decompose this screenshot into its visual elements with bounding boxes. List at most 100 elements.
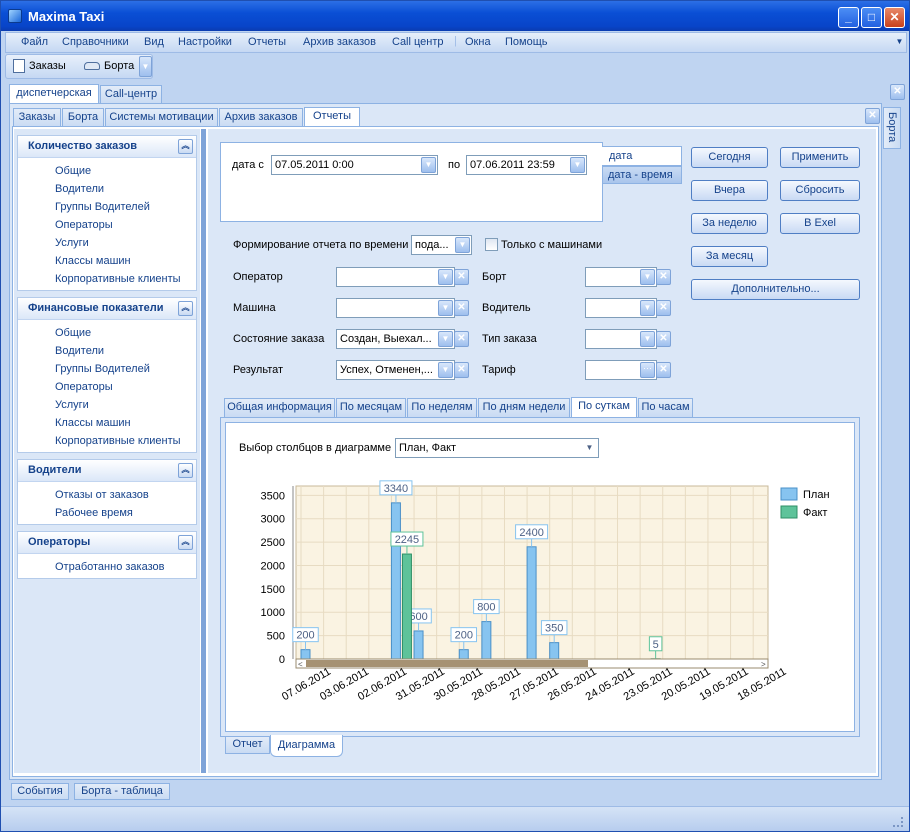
tab-by-days[interactable]: По суткам: [571, 397, 637, 417]
tab-orders[interactable]: Заказы: [13, 108, 61, 127]
collapse-icon[interactable]: ︽: [178, 463, 193, 478]
menu-call-center[interactable]: Call центр: [392, 36, 444, 48]
group-header-drivers[interactable]: Водители ︽: [18, 460, 196, 482]
link-driver-groups[interactable]: Группы Водителей: [55, 363, 150, 375]
tab-call-center[interactable]: Call-центр: [100, 85, 162, 104]
column-select[interactable]: План, Факт: [395, 438, 599, 458]
resize-grip-icon[interactable]: [893, 817, 903, 827]
close-subtab-icon[interactable]: ✕: [865, 108, 880, 124]
date-to-picker[interactable]: 07.06.2011 23:59: [466, 155, 587, 175]
chevron-down-icon[interactable]: ▼: [455, 237, 470, 253]
menu-view[interactable]: Вид: [144, 36, 164, 48]
today-button[interactable]: Сегодня: [691, 147, 768, 168]
boards-toolbar-button[interactable]: Борта: [104, 60, 134, 72]
tab-report-view[interactable]: Отчет: [225, 736, 270, 754]
tab-boards[interactable]: Борта: [62, 108, 104, 127]
chevron-down-icon[interactable]: ▼: [421, 157, 436, 173]
menu-settings[interactable]: Настройки: [178, 36, 232, 48]
link-corporate-clients[interactable]: Корпоративные клиенты: [55, 273, 181, 285]
chevron-down-icon[interactable]: ▼: [438, 362, 453, 378]
apply-button[interactable]: Применить: [780, 147, 860, 168]
link-general[interactable]: Общие: [55, 327, 91, 339]
link-driver-groups[interactable]: Группы Водителей: [55, 201, 150, 213]
only-cars-checkbox[interactable]: [485, 238, 498, 251]
clear-icon[interactable]: ✕: [656, 269, 671, 285]
link-corporate-clients[interactable]: Корпоративные клиенты: [55, 435, 181, 447]
more-button[interactable]: Дополнительно...: [691, 279, 860, 300]
tab-boards-table[interactable]: Борта - таблица: [74, 783, 170, 800]
toolbar-chevron-icon[interactable]: ▼: [139, 56, 152, 77]
excel-button[interactable]: В Exel: [780, 213, 860, 234]
group-header-financial[interactable]: Финансовые показатели ︽: [18, 298, 196, 320]
chevron-down-icon[interactable]: ▼: [640, 331, 655, 347]
close-button[interactable]: ✕: [884, 7, 905, 28]
chevron-down-icon[interactable]: ▼: [570, 157, 585, 173]
link-operators[interactable]: Операторы: [55, 381, 113, 393]
y-tick-label: 3500: [261, 490, 285, 502]
week-button[interactable]: За неделю: [691, 213, 768, 234]
mode-tab-datetime[interactable]: дата - время: [602, 166, 682, 184]
link-order-refusals[interactable]: Отказы от заказов: [55, 489, 149, 501]
link-car-classes[interactable]: Классы машин: [55, 255, 131, 267]
link-car-classes[interactable]: Классы машин: [55, 417, 131, 429]
data-label: 600: [409, 611, 427, 623]
menu-orders-archive[interactable]: Архив заказов: [303, 36, 376, 48]
collapse-icon[interactable]: ︽: [178, 535, 193, 550]
link-work-time[interactable]: Рабочее время: [55, 507, 133, 519]
clear-icon[interactable]: ✕: [454, 331, 469, 347]
collapse-icon[interactable]: ︽: [178, 139, 193, 154]
link-drivers[interactable]: Водители: [55, 183, 104, 195]
side-tab-boards[interactable]: Борта: [883, 107, 901, 149]
clear-icon[interactable]: ✕: [454, 269, 469, 285]
tab-by-weeks[interactable]: По неделям: [407, 398, 477, 417]
clear-icon[interactable]: ✕: [656, 331, 671, 347]
menu-reports[interactable]: Отчеты: [248, 36, 286, 48]
mode-tab-date[interactable]: дата: [602, 146, 682, 166]
link-operators[interactable]: Операторы: [55, 219, 113, 231]
link-drivers[interactable]: Водители: [55, 345, 104, 357]
orders-toolbar-button[interactable]: Заказы: [29, 60, 66, 72]
link-services[interactable]: Услуги: [55, 237, 89, 249]
month-button[interactable]: За месяц: [691, 246, 768, 267]
title-bar[interactable]: Maxima Taxi _ □ ✕: [1, 1, 909, 31]
close-tab-icon[interactable]: ✕: [890, 84, 905, 100]
clear-icon[interactable]: ✕: [656, 300, 671, 316]
tab-diagram-view[interactable]: Диаграмма: [270, 735, 343, 757]
chevron-down-icon[interactable]: ▼: [438, 331, 453, 347]
link-worked-orders[interactable]: Отработанно заказов: [55, 561, 164, 573]
group-header-operators[interactable]: Операторы ︽: [18, 532, 196, 554]
menu-file[interactable]: Файл: [21, 36, 48, 48]
date-from-picker[interactable]: 07.05.2011 0:00: [271, 155, 438, 175]
menu-windows[interactable]: Окна: [465, 36, 491, 48]
minimize-button[interactable]: _: [838, 7, 859, 28]
chevron-down-icon[interactable]: ▼: [640, 269, 655, 285]
chevron-down-icon[interactable]: ▼: [438, 300, 453, 316]
menu-help[interactable]: Помощь: [505, 36, 548, 48]
ellipsis-icon[interactable]: ···: [640, 362, 655, 378]
link-services[interactable]: Услуги: [55, 399, 89, 411]
tab-general-info[interactable]: Общая информация: [224, 398, 335, 417]
tab-dispatcher[interactable]: диспетчерская: [9, 84, 99, 104]
reset-button[interactable]: Сбросить: [780, 180, 860, 201]
tab-by-months[interactable]: По месяцам: [336, 398, 406, 417]
link-general[interactable]: Общие: [55, 165, 91, 177]
tab-by-weekdays[interactable]: По дням недели: [478, 398, 570, 417]
group-header-order-count[interactable]: Количество заказов ︽: [18, 136, 196, 158]
tab-reports[interactable]: Отчеты: [304, 107, 360, 127]
clear-icon[interactable]: ✕: [454, 300, 469, 316]
menu-overflow-icon[interactable]: ▼: [894, 35, 905, 50]
collapse-icon[interactable]: ︽: [178, 301, 193, 316]
maximize-button[interactable]: □: [861, 7, 882, 28]
chevron-down-icon[interactable]: ▼: [438, 269, 453, 285]
clear-icon[interactable]: ✕: [454, 362, 469, 378]
menu-directories[interactable]: Справочники: [62, 36, 129, 48]
yesterday-button[interactable]: Вчера: [691, 180, 768, 201]
tab-archive[interactable]: Архив заказов: [219, 108, 303, 127]
sidebar-splitter[interactable]: [201, 129, 206, 773]
chevron-down-icon[interactable]: ▼: [640, 300, 655, 316]
tab-motivation[interactable]: Системы мотивации: [105, 108, 218, 127]
chevron-down-icon[interactable]: ▼: [582, 440, 597, 456]
tab-by-hours[interactable]: По часам: [638, 398, 693, 417]
clear-icon[interactable]: ✕: [656, 362, 671, 378]
tab-events[interactable]: События: [11, 783, 69, 800]
